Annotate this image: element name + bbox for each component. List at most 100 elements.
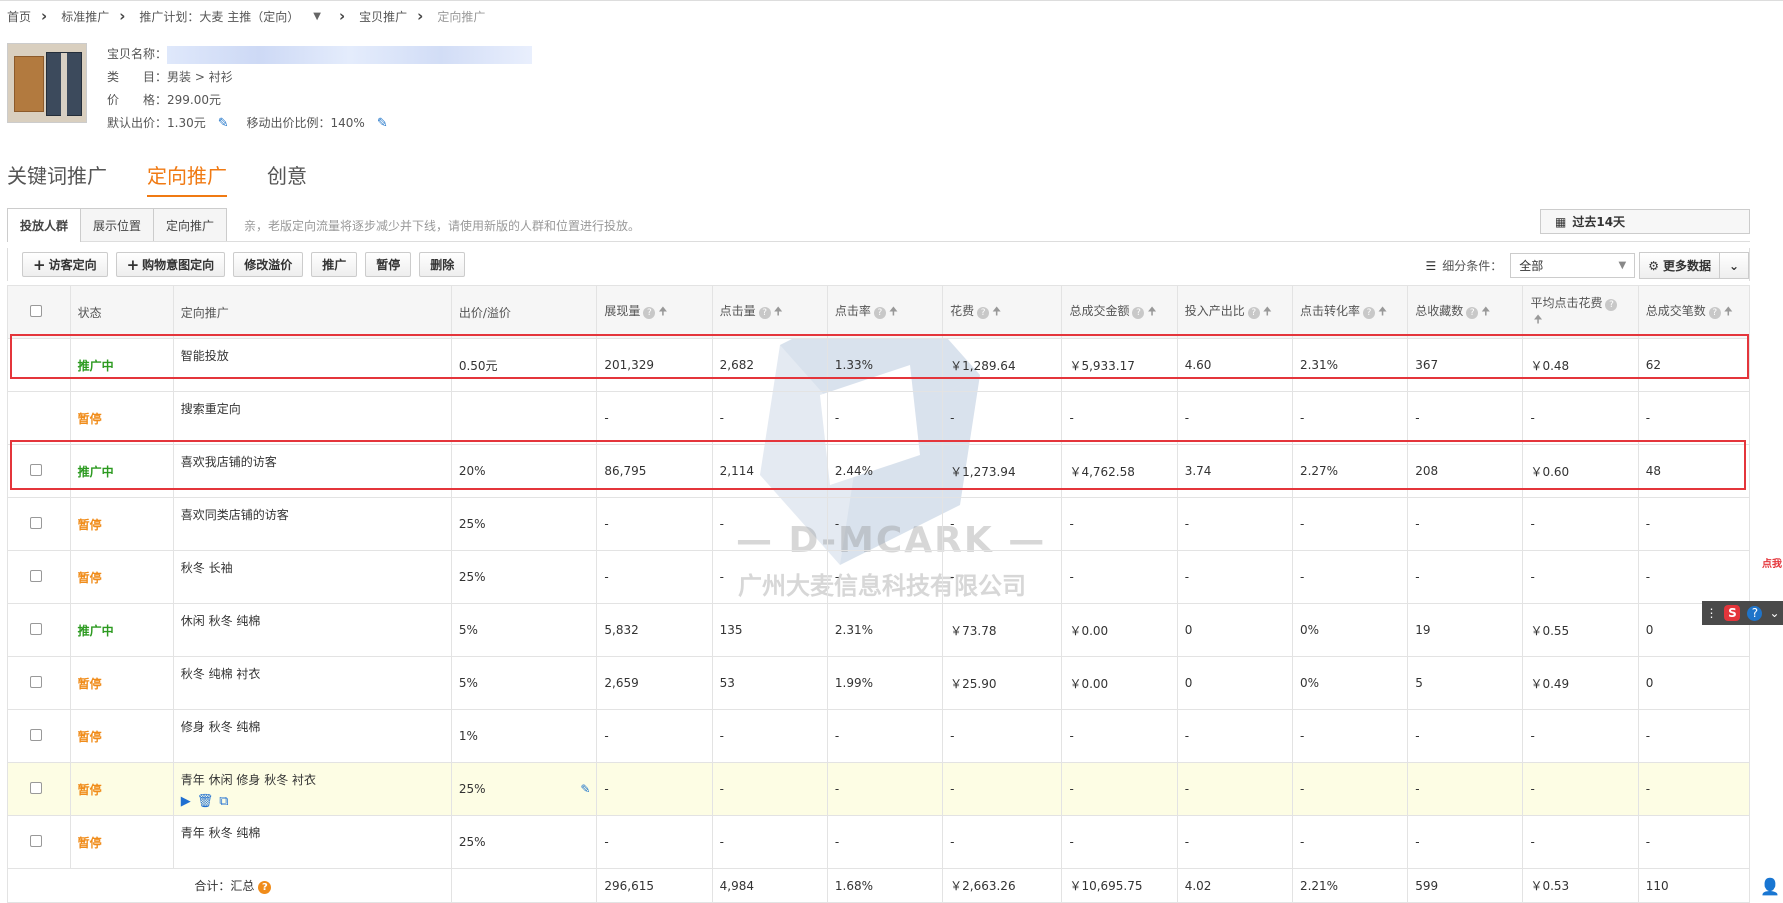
- breadcrumb-item[interactable]: 宝贝推广: [359, 8, 407, 25]
- help-icon[interactable]: ?: [873, 307, 886, 319]
- row-checkbox[interactable]: [29, 516, 42, 529]
- play-icon[interactable]: ▶: [181, 794, 191, 809]
- row-checkbox[interactable]: [29, 781, 42, 794]
- modify-premium-button[interactable]: 修改溢价: [233, 252, 304, 277]
- col-impressions[interactable]: 展现量? 🠉: [596, 285, 713, 339]
- edit-pencil-icon[interactable]: ✎: [218, 116, 229, 131]
- sort-arrow-icon[interactable]: 🠉: [1147, 305, 1156, 318]
- sort-arrow-icon[interactable]: 🠉: [1724, 305, 1733, 318]
- row-checkbox[interactable]: [29, 569, 42, 582]
- subtab-targeted[interactable]: 定向推广: [153, 208, 228, 241]
- row-status: 推广中: [69, 603, 174, 657]
- row-cost: -: [942, 550, 1063, 604]
- delete-button[interactable]: 删除: [419, 252, 466, 277]
- more-data-dropdown[interactable]: ⚙ 更多数据 ⌄: [1639, 252, 1749, 279]
- row-cvr: 2.27%: [1291, 444, 1409, 498]
- breadcrumb-standard[interactable]: 标准推广: [61, 8, 109, 25]
- product-thumbnail[interactable]: [7, 43, 87, 123]
- corner-tag[interactable]: 点我: [1762, 555, 1782, 570]
- sort-arrow-icon[interactable]: 🠉: [1533, 313, 1542, 326]
- add-visitor-targeting-button[interactable]: + 访客定向: [22, 252, 108, 277]
- row-clicks: -: [711, 391, 828, 445]
- summary-impressions: 296,615: [596, 868, 713, 903]
- row-checkbox[interactable]: [29, 622, 42, 635]
- sort-arrow-icon[interactable]: 🠉: [1481, 305, 1490, 318]
- row-actions: ▶ 🗑 ⧉: [181, 794, 451, 809]
- filter-select[interactable]: 全部 ▼: [1510, 253, 1636, 278]
- select-all-checkbox[interactable]: [29, 304, 42, 317]
- row-bid: 0.50元: [450, 338, 598, 392]
- col-orders[interactable]: 总成交笔数? 🠉: [1637, 285, 1751, 339]
- help-icon[interactable]: ?: [1466, 307, 1479, 319]
- input-method-widget[interactable]: ⋮ S ? ⌄: [1702, 601, 1783, 625]
- help-icon[interactable]: ?: [1747, 605, 1763, 621]
- row-impr: -: [596, 762, 713, 816]
- help-icon[interactable]: ?: [258, 881, 272, 894]
- sort-arrow-icon[interactable]: 🠉: [889, 305, 898, 318]
- col-roi[interactable]: 投入产出比? 🠉: [1176, 285, 1293, 339]
- edit-pencil-icon[interactable]: ✎: [377, 116, 388, 131]
- row-checkbox[interactable]: [29, 834, 42, 847]
- col-status: 状态: [69, 285, 174, 339]
- col-ctr[interactable]: 点击率? 🠉: [826, 285, 944, 339]
- row-cost: ￥73.78: [942, 603, 1063, 657]
- help-icon[interactable]: ?: [1708, 307, 1721, 319]
- tab-creative[interactable]: 创意: [267, 160, 307, 197]
- col-favorites[interactable]: 总收藏数? 🠉: [1407, 285, 1524, 339]
- col-gmv[interactable]: 总成交金额? 🠉: [1061, 285, 1178, 339]
- col-clicks[interactable]: 点击量? 🠉: [711, 285, 828, 339]
- sort-arrow-icon[interactable]: 🠉: [1378, 305, 1387, 318]
- row-cpc: ￥0.55: [1522, 603, 1639, 657]
- edit-pencil-icon[interactable]: ✎: [580, 782, 590, 796]
- add-shopping-intent-button[interactable]: + 购物意图定向: [115, 252, 226, 277]
- col-cvr[interactable]: 点击转化率? 🠉: [1291, 285, 1409, 339]
- help-icon[interactable]: ?: [1362, 307, 1375, 319]
- col-roi-label: 投入产出比: [1184, 304, 1245, 318]
- promote-button[interactable]: 推广: [311, 252, 358, 277]
- copy-icon[interactable]: ⧉: [219, 794, 228, 809]
- help-icon[interactable]: ?: [977, 307, 990, 319]
- row-roi: -: [1176, 815, 1293, 869]
- pause-button[interactable]: 暂停: [365, 252, 412, 277]
- help-icon[interactable]: ?: [1132, 307, 1145, 319]
- help-icon[interactable]: ?: [1247, 307, 1260, 319]
- tab-keyword-promotion[interactable]: 关键词推广: [7, 160, 107, 197]
- product-info: 宝贝名称： 类 目：男装 > 衬衫 价 格：299.00元 默认出价：1.30元…: [107, 43, 533, 135]
- sort-arrow-icon[interactable]: 🠉: [992, 305, 1001, 318]
- row-checkbox[interactable]: [29, 728, 42, 741]
- chevron-down-icon[interactable]: ⌄: [1769, 606, 1779, 620]
- chevron-down-icon[interactable]: ⌄: [1720, 259, 1748, 273]
- sort-arrow-icon[interactable]: 🠉: [774, 305, 783, 318]
- subtab-placement[interactable]: 展示位置: [80, 208, 155, 241]
- sort-arrow-icon[interactable]: 🠉: [658, 305, 667, 318]
- col-impressions-label: 展现量: [604, 304, 641, 318]
- tab-targeted-promotion[interactable]: 定向推广: [147, 160, 227, 197]
- breadcrumb-home[interactable]: 首页: [7, 8, 31, 25]
- row-checkbox[interactable]: [29, 463, 42, 476]
- summary-row: 合计：汇总? 296,615 4,984 1.68% ￥2,663.26 ￥10…: [7, 868, 1751, 903]
- col-cost[interactable]: 花费? 🠉: [942, 285, 1063, 339]
- summary-orders: 110: [1637, 868, 1751, 903]
- sogou-icon[interactable]: S: [1724, 605, 1741, 621]
- sort-arrow-icon[interactable]: 🠉: [1263, 305, 1272, 318]
- row-cvr: -: [1291, 709, 1409, 763]
- row-bid[interactable]: 25% ✎: [450, 762, 598, 816]
- help-icon[interactable]: ?: [643, 307, 656, 319]
- row-bid-value: 25%: [458, 782, 486, 796]
- col-cpc[interactable]: 平均点击花费? 🠉: [1522, 285, 1639, 339]
- row-target-name: 休闲 秋冬 纯棉: [180, 614, 261, 628]
- trash-icon[interactable]: 🗑: [197, 794, 214, 809]
- row-impr: -: [596, 550, 713, 604]
- caret-down-icon[interactable]: ▼: [313, 11, 321, 22]
- help-icon[interactable]: ?: [1605, 299, 1618, 311]
- date-range-button[interactable]: ▦ 过去14天: [1540, 209, 1750, 234]
- breadcrumb-plan[interactable]: 推广计划：大麦 主推（定向）: [139, 8, 299, 25]
- user-icon[interactable]: 👤: [1760, 877, 1780, 896]
- row-bid: 1%: [450, 709, 598, 763]
- price-label: 价 格：: [107, 93, 168, 107]
- subtab-audience[interactable]: 投放人群: [7, 208, 82, 242]
- more-data-button[interactable]: ⚙ 更多数据: [1640, 253, 1720, 278]
- row-checkbox[interactable]: [29, 675, 42, 688]
- help-icon[interactable]: ?: [758, 307, 771, 319]
- row-orders: 48: [1637, 444, 1751, 498]
